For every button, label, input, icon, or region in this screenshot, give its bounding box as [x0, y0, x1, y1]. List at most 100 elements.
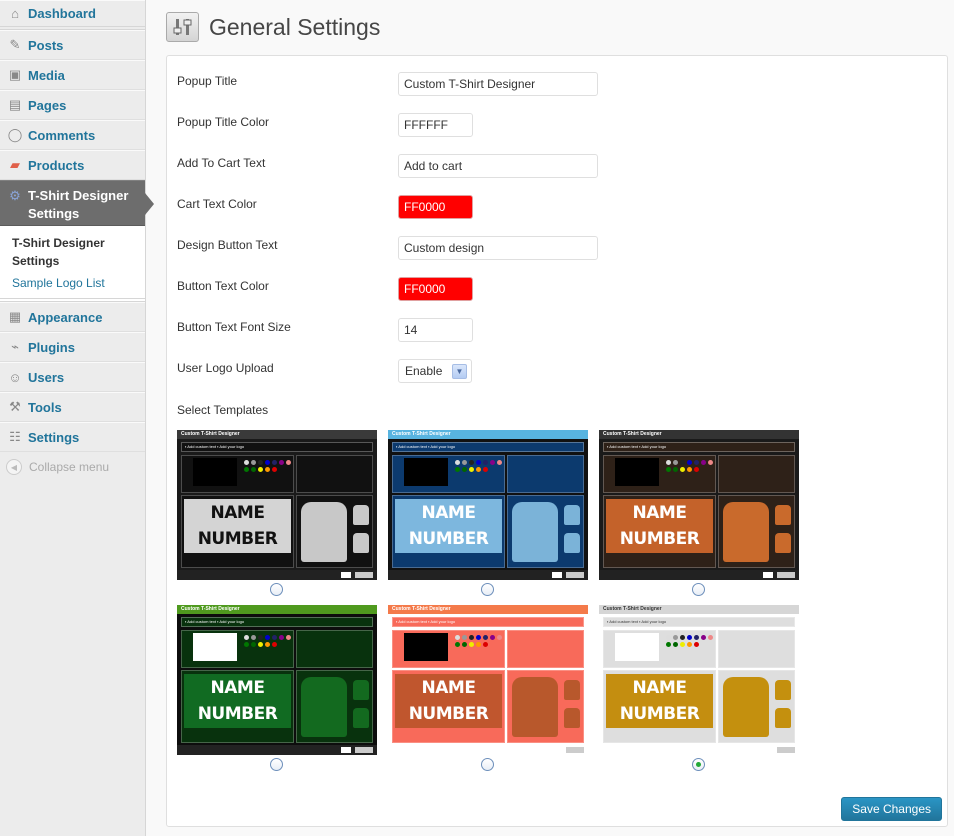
color-swatch [687, 642, 692, 647]
color-swatch [272, 460, 277, 465]
sidebar-item-label: Settings [28, 429, 80, 445]
sidebar-item-pages[interactable]: ▤ Pages [0, 90, 145, 120]
color-swatch [469, 460, 474, 465]
cart-text-color-input[interactable] [398, 195, 473, 219]
plug-icon: ⌁ [11, 339, 19, 354]
sidebar-item-settings[interactable]: ☷ Settings [0, 422, 145, 452]
template-radio-blue[interactable] [481, 583, 494, 596]
comment-icon: ◯ [7, 127, 23, 142]
template-front-image [775, 680, 791, 700]
template-color-swatches [244, 635, 292, 647]
sidebar-item-label: Pages [28, 97, 67, 113]
pages-icon: ▤ [8, 97, 22, 112]
button-text-color-input[interactable] [398, 277, 473, 301]
sidebar-item-dashboard[interactable]: ⌂ Dashboard [0, 0, 145, 30]
color-swatch [462, 460, 467, 465]
color-swatch [272, 467, 277, 472]
user-logo-upload-select[interactable]: Enable ▼ [398, 359, 472, 383]
color-swatch [497, 635, 502, 640]
button-text-font-size-input[interactable] [398, 318, 473, 342]
template-front-image [564, 505, 580, 525]
color-swatch [455, 642, 460, 647]
sidebar-item-label: Products [28, 157, 85, 173]
template-thumbnail-brown[interactable]: Custom T-Shirt Designer ▪ Add custom text… [599, 430, 799, 580]
template-radio-black[interactable] [270, 583, 283, 596]
template-radio-brown[interactable] [692, 583, 705, 596]
color-swatch [244, 635, 249, 640]
color-swatch [483, 635, 488, 640]
template-thumbnail-green[interactable]: Custom T-Shirt Designer ▪ Add custom text… [177, 605, 377, 755]
preview-line2: NUMBER [197, 704, 278, 724]
popup-title-input[interactable] [398, 72, 598, 96]
template-back-image [775, 708, 791, 728]
appearance-icon: ▦ [8, 309, 22, 324]
sidebar-item-label: T-Shirt Designer Settings [28, 188, 129, 221]
color-swatch [483, 467, 488, 472]
color-swatch [462, 467, 467, 472]
template-tshirt-image [301, 677, 347, 737]
settings-icon: ☷ [9, 429, 21, 444]
sidebar-item-tshirt-designer-settings[interactable]: ⚙ T-Shirt Designer Settings [0, 180, 154, 226]
row-cart-text-color: Cart Text Color [177, 195, 877, 227]
preview-line1: NAME [421, 678, 476, 698]
color-swatch [265, 642, 270, 647]
template-textarea [404, 633, 448, 661]
pushpin-icon: ✎ [9, 37, 21, 52]
users-icon: ☺ [8, 369, 22, 385]
template-color-swatches [666, 635, 714, 647]
color-swatch [687, 467, 692, 472]
template-preview: NAME NUMBER [184, 674, 291, 728]
sidebar-item-posts[interactable]: ✎ Posts [0, 30, 145, 60]
color-swatch [666, 467, 671, 472]
template-options-bar: ▪ Add custom text ▪ Add your logo [181, 617, 373, 627]
template-textarea [404, 458, 448, 486]
color-swatch [694, 467, 699, 472]
settings-panel: Popup Title Popup Title Color Add To Car… [166, 55, 948, 827]
select-templates-label: Select Templates [177, 403, 269, 417]
color-swatch [694, 642, 699, 647]
design-button-text-input[interactable] [398, 236, 598, 260]
color-swatch [265, 460, 270, 465]
template-radio-green[interactable] [270, 758, 283, 771]
template-thumbnail-black[interactable]: Custom T-Shirt Designer ▪ Add custom text… [177, 430, 377, 580]
color-swatch [680, 635, 685, 640]
color-swatch [708, 460, 713, 465]
row-design-button-text: Design Button Text [177, 236, 877, 268]
popup-title-label: Popup Title [177, 74, 238, 88]
template-radio-gold[interactable] [692, 758, 705, 771]
template-thumbnail-salmon[interactable]: Custom T-Shirt Designer ▪ Add custom text… [388, 605, 588, 755]
sidebar-item-plugins[interactable]: ⌁ Plugins [0, 332, 145, 362]
sidebar-item-comments[interactable]: ◯ Comments [0, 120, 145, 150]
template-position-box [296, 630, 373, 668]
sidebar-item-label: Appearance [28, 309, 103, 325]
sidebar-item-media[interactable]: ▣ Media [0, 60, 145, 90]
main-content: General Settings Popup Title Popup Title… [166, 0, 948, 827]
add-to-cart-text-input[interactable] [398, 154, 598, 178]
color-swatch [687, 635, 692, 640]
sidebar-item-products[interactable]: ▰ Products [0, 150, 145, 180]
color-swatch [258, 642, 263, 647]
color-swatch [673, 467, 678, 472]
submenu-item-sample-logo-list[interactable]: Sample Logo List [12, 274, 145, 292]
sidebar-item-tools[interactable]: ⚒ Tools [0, 392, 145, 422]
template-position-box [296, 455, 373, 493]
color-swatch [666, 460, 671, 465]
template-preview: NAME NUMBER [395, 499, 502, 553]
sidebar-item-appearance[interactable]: ▦ Appearance [0, 302, 145, 332]
popup-title-color-label: Popup Title Color [177, 115, 270, 129]
color-swatch [455, 460, 460, 465]
template-thumbnail-gold[interactable]: Custom T-Shirt Designer ▪ Add custom text… [599, 605, 799, 755]
template-color-swatches [244, 460, 292, 472]
template-preview: NAME NUMBER [606, 674, 713, 728]
submenu-item-tshirt-designer-settings[interactable]: T-Shirt Designer Settings [12, 234, 122, 270]
tools-icon: ⚒ [9, 399, 21, 414]
preview-line1: NAME [210, 503, 265, 523]
template-radio-salmon[interactable] [481, 758, 494, 771]
collapse-menu-button[interactable]: ◀ Collapse menu [0, 452, 145, 482]
save-changes-button[interactable]: Save Changes [841, 797, 942, 821]
color-swatch [469, 642, 474, 647]
template-thumbnail-blue[interactable]: Custom T-Shirt Designer ▪ Add custom text… [388, 430, 588, 580]
color-swatch [490, 460, 495, 465]
sidebar-item-users[interactable]: ☺ Users [0, 362, 145, 392]
popup-title-color-input[interactable] [398, 113, 473, 137]
